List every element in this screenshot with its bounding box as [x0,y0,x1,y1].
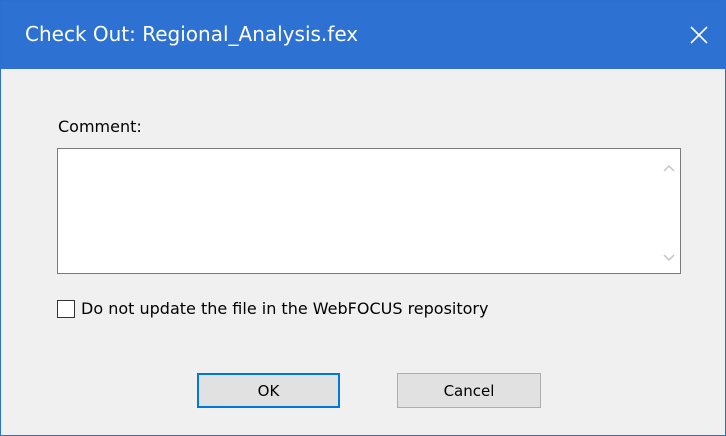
ok-button[interactable]: OK [197,373,340,408]
no-update-checkbox-label[interactable]: Do not update the file in the WebFOCUS r… [81,299,488,319]
title-bar: Check Out: Regional_Analysis.fex [1,1,725,69]
no-update-option[interactable]: Do not update the file in the WebFOCUS r… [57,298,488,320]
scroll-up-button[interactable] [658,155,680,177]
chevron-down-icon [663,247,675,266]
no-update-checkbox[interactable] [57,300,75,318]
close-icon [690,26,708,44]
close-button[interactable] [673,1,725,69]
comment-field[interactable] [57,148,681,274]
dialog-content: Comment: Do not update the file in the W… [1,69,725,435]
cancel-button[interactable]: Cancel [397,373,541,408]
check-out-dialog: Check Out: Regional_Analysis.fex Comment… [0,0,726,436]
comment-label: Comment: [58,117,142,136]
comment-input[interactable] [58,149,658,273]
comment-scrollbar[interactable] [658,149,680,273]
scroll-down-button[interactable] [658,245,680,267]
chevron-up-icon [663,157,675,176]
dialog-title: Check Out: Regional_Analysis.fex [25,22,359,46]
